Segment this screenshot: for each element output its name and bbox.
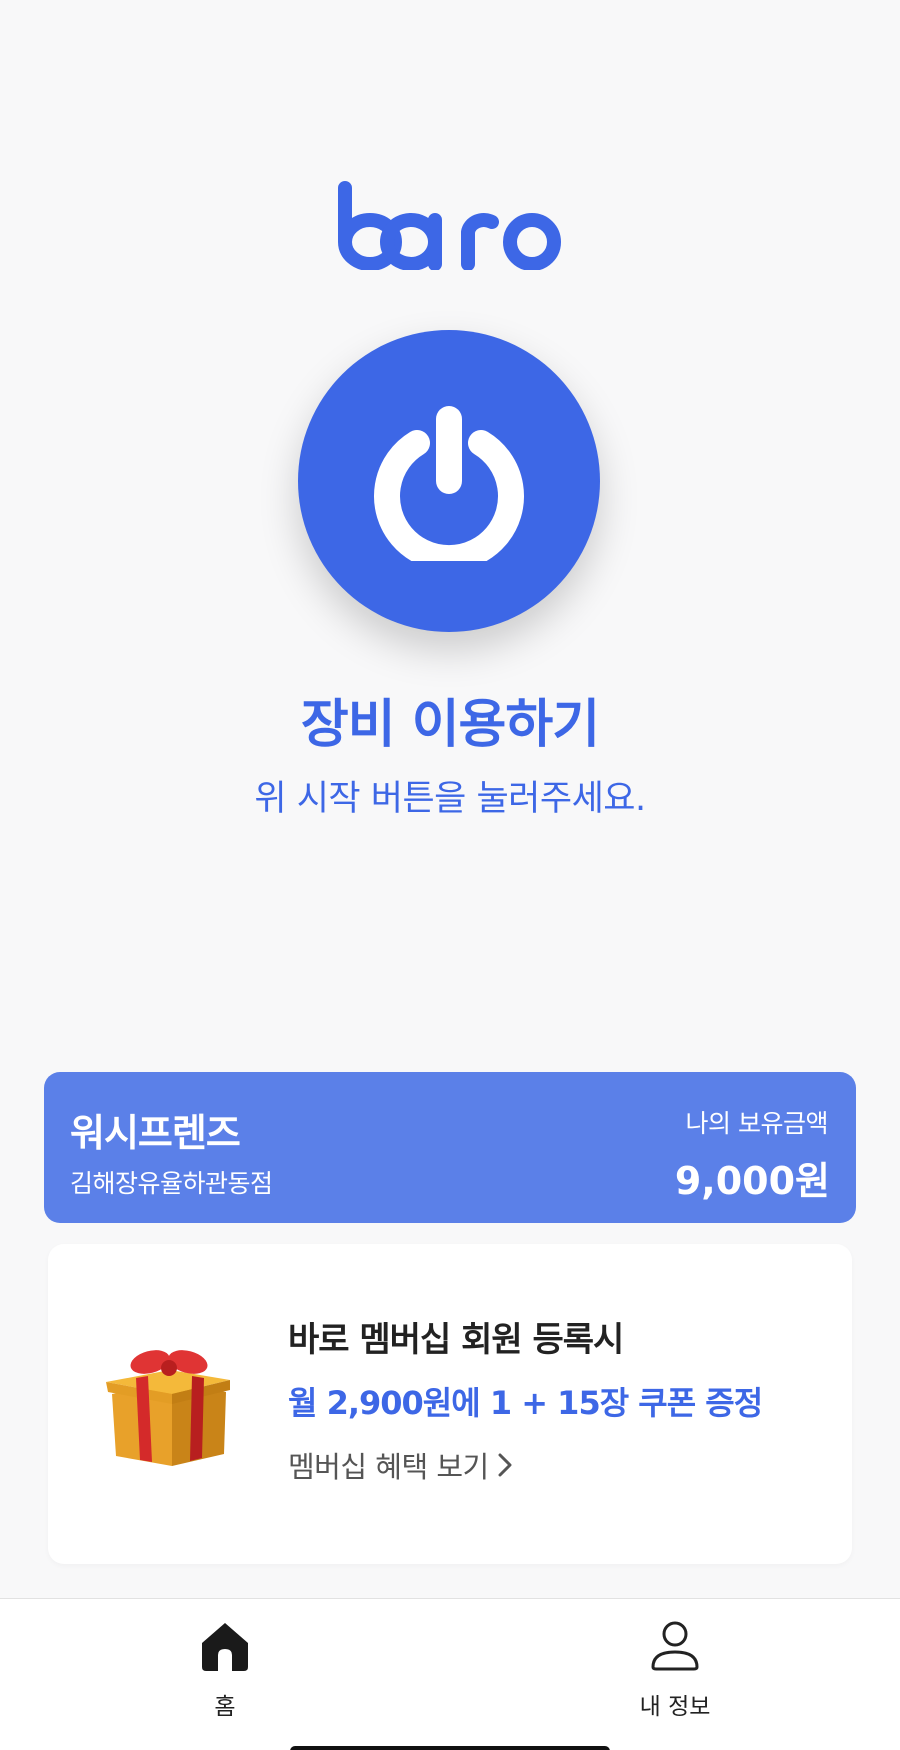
nav-item-home[interactable]: 홈 — [155, 1619, 295, 1721]
baro-logo-mark: baro — [335, 180, 561, 270]
svg-text:baro: baro — [335, 180, 338, 181]
balance-label: 나의 보유금액 — [685, 1109, 829, 1138]
promo-offer: 월 2,900원에 1 + 15장 쿠폰 증정 — [288, 1384, 763, 1422]
user-icon — [651, 1621, 699, 1671]
page-title: 장비 이용하기 — [300, 695, 600, 755]
promo-title: 바로 멤버십 회원 등록시 — [288, 1320, 624, 1360]
store-branch: 김해장유율하관동점 — [70, 1169, 273, 1198]
membership-benefits-link[interactable]: 멤버십 혜택 보기 — [288, 1444, 513, 1486]
page-subtitle: 위 시작 버튼을 눌러주세요. — [254, 779, 646, 819]
membership-promo-card[interactable]: 바로 멤버십 회원 등록시 월 2,900원에 1 + 15장 쿠폰 증정 멤버… — [48, 1244, 852, 1564]
home-icon — [202, 1623, 248, 1671]
home-indicator — [290, 1746, 610, 1750]
nav-item-profile[interactable]: 내 정보 — [605, 1619, 745, 1721]
start-power-button[interactable] — [298, 330, 600, 632]
bottom-nav: 홈 내 정보 — [0, 1598, 900, 1750]
balance-value: 9,000원 — [674, 1159, 830, 1203]
store-name: 워시프렌즈 — [70, 1111, 241, 1155]
store-balance-card[interactable]: 워시프렌즈 김해장유율하관동점 나의 보유금액 9,000원 — [44, 1072, 856, 1223]
nav-label-home: 홈 — [214, 1694, 236, 1720]
chevron-right-icon — [498, 1453, 512, 1477]
gift-icon — [106, 1350, 230, 1466]
membership-benefits-label: 멤버십 혜택 보기 — [288, 1450, 489, 1484]
power-icon — [374, 406, 524, 561]
baro-logo: baro — [0, 180, 900, 280]
nav-label-profile: 내 정보 — [639, 1694, 711, 1720]
